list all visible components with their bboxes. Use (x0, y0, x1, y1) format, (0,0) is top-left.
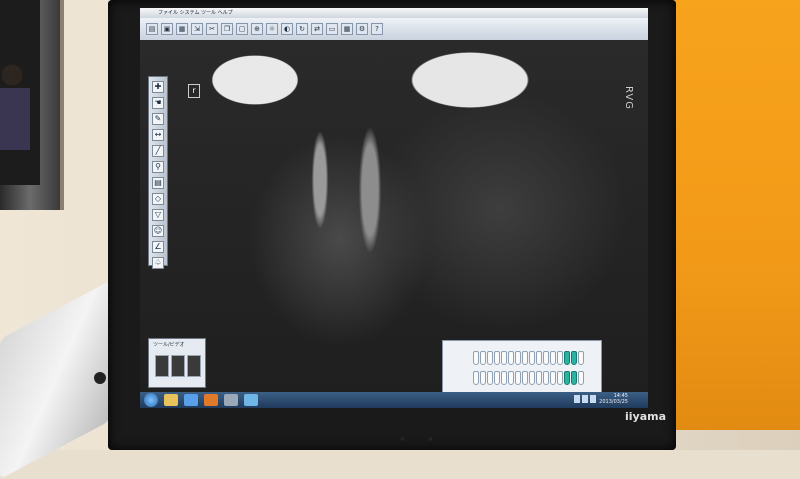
tooth[interactable] (543, 351, 549, 365)
tooth[interactable] (508, 371, 514, 385)
tooth[interactable] (578, 351, 584, 365)
tray-icon[interactable] (574, 395, 580, 403)
tooth[interactable] (480, 351, 486, 365)
folder-icon[interactable]: ▤ (146, 23, 158, 35)
person-icon[interactable]: ☺ (152, 225, 164, 237)
chart-icon[interactable] (244, 394, 258, 406)
line-icon[interactable]: ╱ (152, 145, 164, 157)
magnifier-icon[interactable]: ⚲ (152, 161, 164, 173)
tooth[interactable] (529, 351, 535, 365)
contrast-icon[interactable]: ◐ (281, 23, 293, 35)
tooth[interactable] (550, 351, 556, 365)
tooth[interactable] (557, 351, 563, 365)
angle-icon[interactable]: ∠ (152, 241, 164, 253)
tooth-selected[interactable] (564, 351, 570, 365)
layers-icon[interactable]: ▤ (152, 177, 164, 189)
tooth[interactable] (487, 371, 493, 385)
tooth[interactable] (494, 371, 500, 385)
flip-icon[interactable]: ⇄ (311, 23, 323, 35)
tooth[interactable] (578, 371, 584, 385)
tooth-selected[interactable] (571, 371, 577, 385)
ruler-icon[interactable]: ▭ (326, 23, 338, 35)
measure-icon[interactable]: ↔ (152, 129, 164, 141)
monitor-screen: ファイル システム ツール ヘルプ ▤ ▣ ▦ ⇲ ✂ ❐ ▢ ⊕ ☼ ◐ ↻ … (140, 8, 648, 408)
windows-taskbar: 14:45 2013/03/25 (140, 392, 648, 408)
filter-icon[interactable]: ▽ (152, 209, 164, 221)
rotate-icon[interactable]: ↻ (296, 23, 308, 35)
print-icon[interactable]: ▦ (176, 23, 188, 35)
explorer-icon[interactable] (164, 394, 178, 406)
pen-icon[interactable]: ✎ (152, 113, 164, 125)
power-button-icon[interactable]: ◦ (400, 435, 410, 444)
copy-icon[interactable]: ❐ (221, 23, 233, 35)
window-titlebar: ファイル システム ツール ヘルプ (140, 8, 648, 18)
select-icon[interactable]: ✚ (152, 81, 164, 93)
save-icon[interactable]: ▣ (161, 23, 173, 35)
tooth[interactable] (515, 371, 521, 385)
tooth[interactable] (480, 371, 486, 385)
grid-icon[interactable]: ▦ (341, 23, 353, 35)
tooth-selected[interactable] (564, 371, 570, 385)
thumbnail-item[interactable] (187, 355, 201, 377)
tooth[interactable] (522, 351, 528, 365)
tray-icon[interactable] (590, 395, 596, 403)
tooth[interactable] (473, 371, 479, 385)
tooth[interactable] (536, 351, 542, 365)
upper-teeth-row (473, 351, 593, 365)
side-monitor (0, 0, 64, 210)
media-icon[interactable] (204, 394, 218, 406)
help-icon[interactable]: ? (371, 23, 383, 35)
hand-icon[interactable]: ☚ (152, 97, 164, 109)
side-monitor-screen (0, 0, 40, 185)
lower-teeth-row (473, 371, 593, 385)
tooth[interactable] (557, 371, 563, 385)
brightness-icon[interactable]: ☼ (266, 23, 278, 35)
settings-icon[interactable]: ⚙ (356, 23, 368, 35)
paste-icon[interactable]: ▢ (236, 23, 248, 35)
thumbnail-item[interactable] (171, 355, 185, 377)
side-person-image (0, 60, 30, 150)
tooth[interactable] (543, 371, 549, 385)
ie-icon[interactable] (184, 394, 198, 406)
vendor-mark: RVG (623, 86, 634, 110)
tooth-icon[interactable]: ♤ (152, 257, 164, 269)
tooth[interactable] (508, 351, 514, 365)
tooth[interactable] (501, 371, 507, 385)
arm-knob (94, 372, 106, 384)
window-menu[interactable]: ファイル システム ツール ヘルプ (158, 9, 233, 16)
tooth[interactable] (529, 371, 535, 385)
thumbnail-title: ツール/ビデオ (153, 342, 185, 348)
windows-start-icon[interactable] (144, 393, 158, 407)
export-icon[interactable]: ⇲ (191, 23, 203, 35)
clock-date: 2013/03/25 (599, 399, 628, 405)
cube-icon[interactable]: ◇ (152, 193, 164, 205)
menu-button-icon[interactable]: ◦ (428, 435, 438, 444)
tooth[interactable] (522, 371, 528, 385)
tooth[interactable] (494, 351, 500, 365)
taskbar-clock[interactable]: 14:45 2013/03/25 (599, 393, 628, 405)
left-toolbar: ✚ ☚ ✎ ↔ ╱ ⚲ ▤ ◇ ▽ ☺ ∠ ♤ (148, 76, 168, 269)
tray-icon[interactable] (582, 395, 588, 403)
tooth[interactable] (515, 351, 521, 365)
tooth[interactable] (501, 351, 507, 365)
tooth[interactable] (473, 351, 479, 365)
tooth[interactable] (487, 351, 493, 365)
monitor-brand: iiyama (625, 410, 667, 423)
tooth[interactable] (536, 371, 542, 385)
main-toolbar: ▤ ▣ ▦ ⇲ ✂ ❐ ▢ ⊕ ☼ ◐ ↻ ⇄ ▭ ▦ ⚙ ? (140, 18, 648, 40)
thumbnail-panel: ツール/ビデオ (148, 338, 206, 388)
tooth-selected[interactable] (571, 351, 577, 365)
app-icon[interactable] (224, 394, 238, 406)
scissors-icon[interactable]: ✂ (206, 23, 218, 35)
orientation-mark: r (188, 84, 200, 98)
tooth[interactable] (550, 371, 556, 385)
thumbnail-item[interactable] (155, 355, 169, 377)
zoom-icon[interactable]: ⊕ (251, 23, 263, 35)
system-tray (574, 395, 596, 403)
